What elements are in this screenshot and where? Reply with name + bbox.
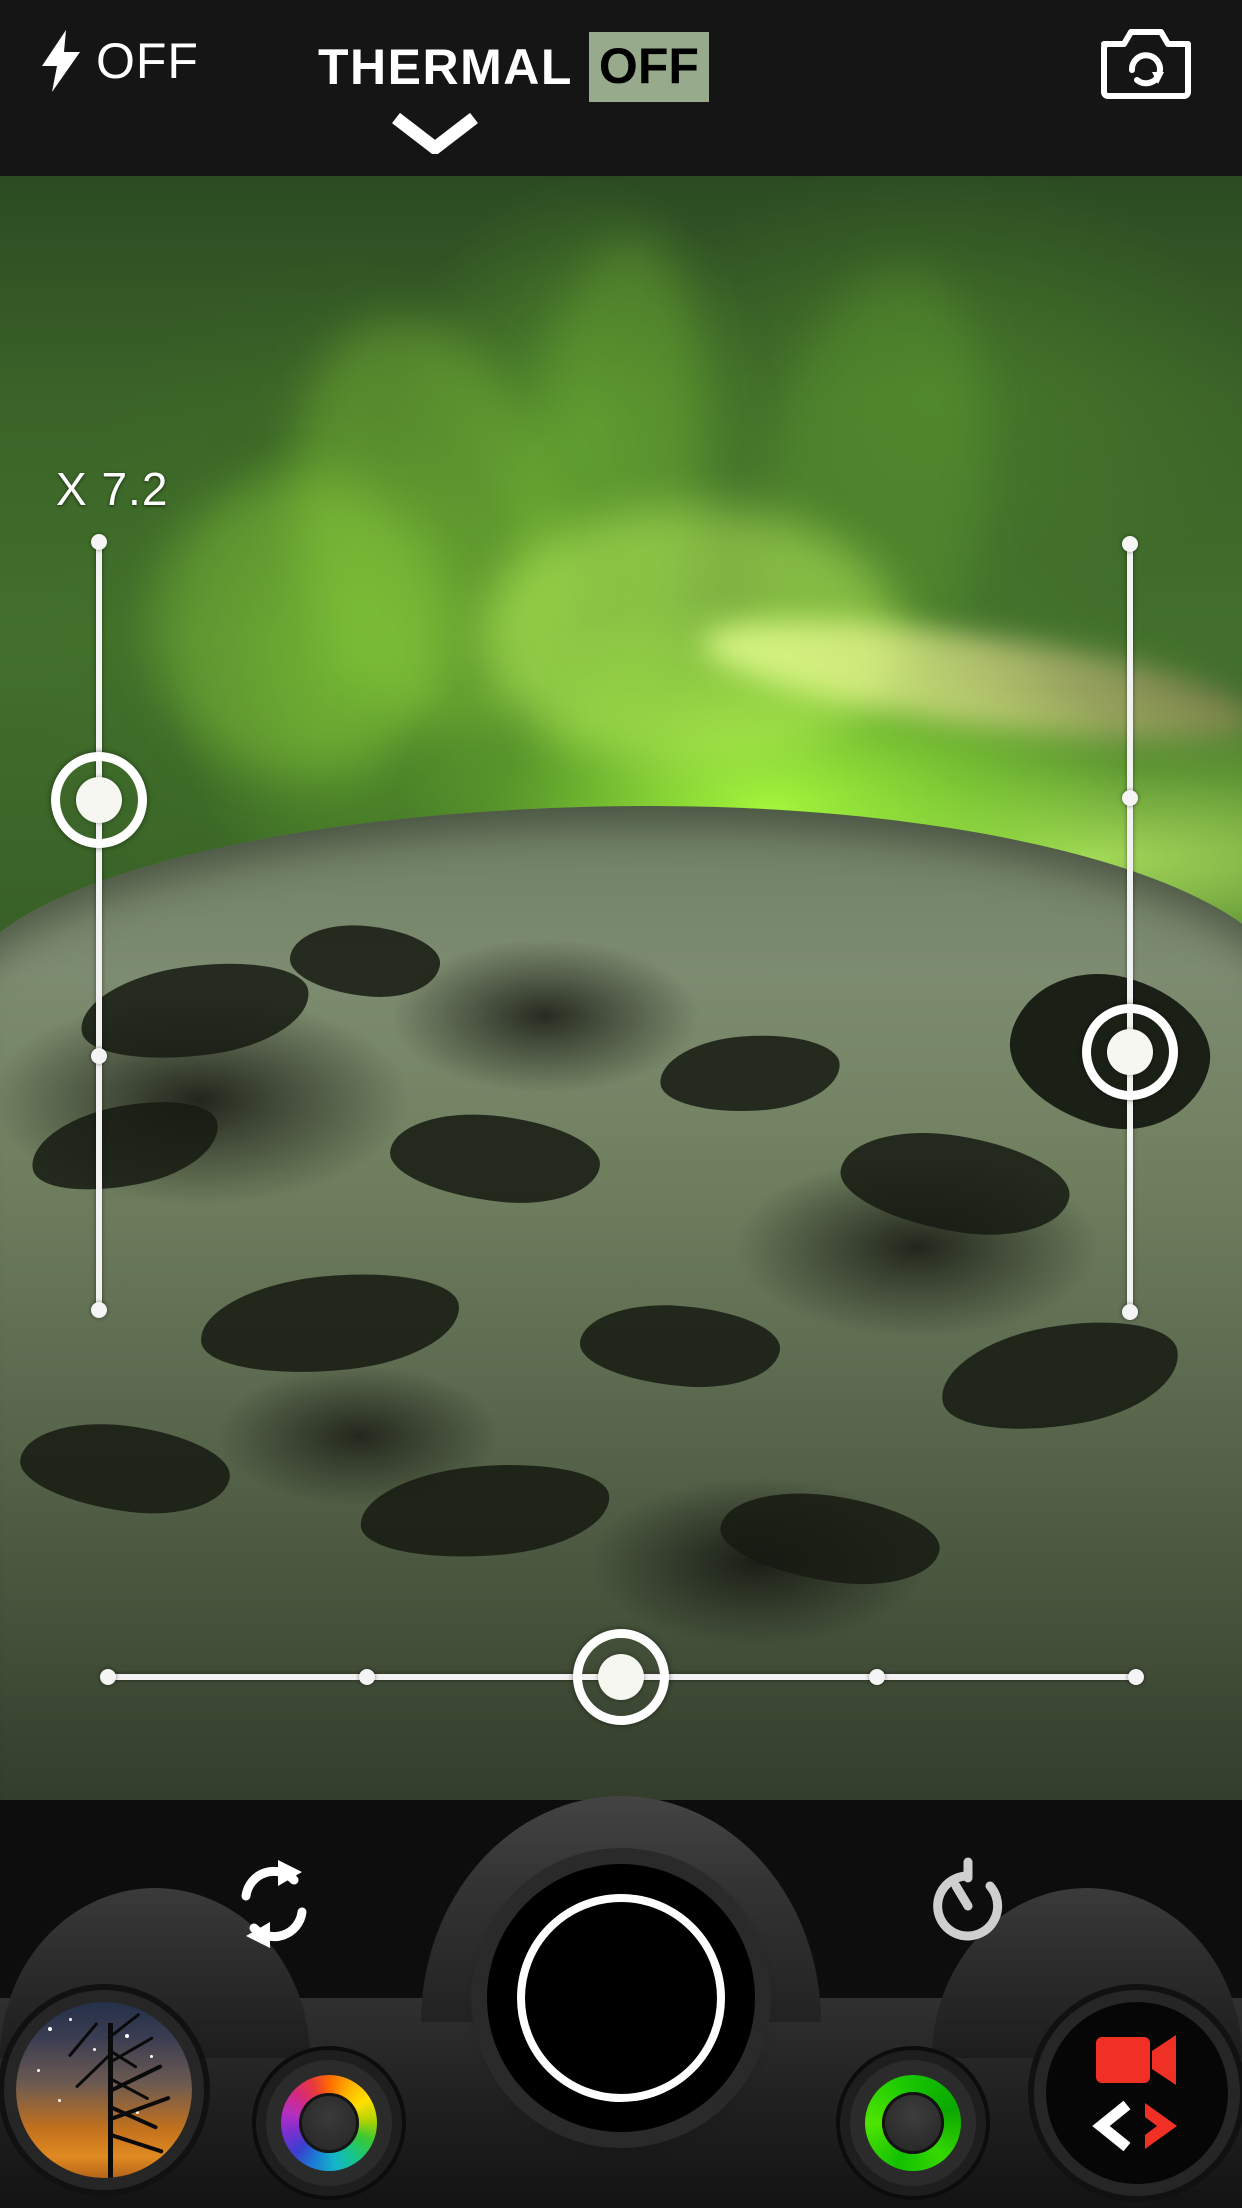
- white-balance-button[interactable]: [266, 2060, 392, 2186]
- thermal-toggle[interactable]: THERMAL OFF: [318, 32, 709, 102]
- thumbnail-tree-silhouette: [107, 2023, 113, 2178]
- exposure-slider-tick-top: [1122, 536, 1138, 552]
- chevron-down-icon[interactable]: [390, 112, 480, 154]
- focus-slider-knob[interactable]: [573, 1629, 669, 1725]
- zoom-slider-track[interactable]: [96, 542, 102, 1312]
- flash-state-label: OFF: [96, 33, 199, 89]
- rotate-refresh-icon[interactable]: [226, 1856, 322, 1952]
- focus-slider-tick-q1: [359, 1669, 375, 1685]
- video-mode-button[interactable]: [1046, 2002, 1228, 2184]
- camcorder-icon: [1096, 2035, 1176, 2085]
- zoom-slider-tick-bottom: [91, 1302, 107, 1318]
- exposure-slider-track[interactable]: [1127, 544, 1133, 1312]
- thumbnail-stars: [16, 2002, 192, 2178]
- focus-slider-tick-q3: [869, 1669, 885, 1685]
- zoom-level-label: X 7.2: [56, 463, 169, 515]
- mode-switch-arrows-icon[interactable]: [1087, 2097, 1187, 2155]
- green-ring-icon: [865, 2075, 961, 2171]
- exposure-slider-knob[interactable]: [1082, 1004, 1178, 1100]
- flash-bolt-icon: [42, 30, 80, 92]
- camera-top-bar: OFF THERMAL OFF: [0, 0, 1242, 176]
- zoom-slider-knob[interactable]: [51, 752, 147, 848]
- exposure-slider-tick-mid: [1122, 790, 1138, 806]
- chevron-right-icon: [1145, 2103, 1177, 2149]
- shutter-ring-icon: [517, 1894, 725, 2102]
- color-wheel-icon: [281, 2075, 377, 2171]
- flash-toggle[interactable]: OFF: [40, 30, 199, 92]
- shutter-button[interactable]: [487, 1864, 755, 2132]
- camera-bottom-bar: [0, 1796, 1242, 2208]
- camera-rotate-icon[interactable]: [1098, 26, 1194, 102]
- thermal-state-badge[interactable]: OFF: [588, 32, 709, 102]
- iso-button[interactable]: [850, 2060, 976, 2186]
- zoom-slider-tick-mid: [91, 1048, 107, 1064]
- camera-app-screen: X 7.2 OFF THERMAL OFF: [0, 0, 1242, 2208]
- thermal-label: THERMAL: [318, 39, 573, 95]
- gallery-thumbnail[interactable]: [16, 2002, 192, 2178]
- timer-icon[interactable]: [920, 1856, 1016, 1952]
- zoom-slider-tick-top: [91, 534, 107, 550]
- focus-slider-tick-start: [100, 1669, 116, 1685]
- exposure-slider-tick-bottom: [1122, 1304, 1138, 1320]
- chevron-left-icon: [1092, 2100, 1131, 2152]
- focus-slider-tick-end: [1128, 1669, 1144, 1685]
